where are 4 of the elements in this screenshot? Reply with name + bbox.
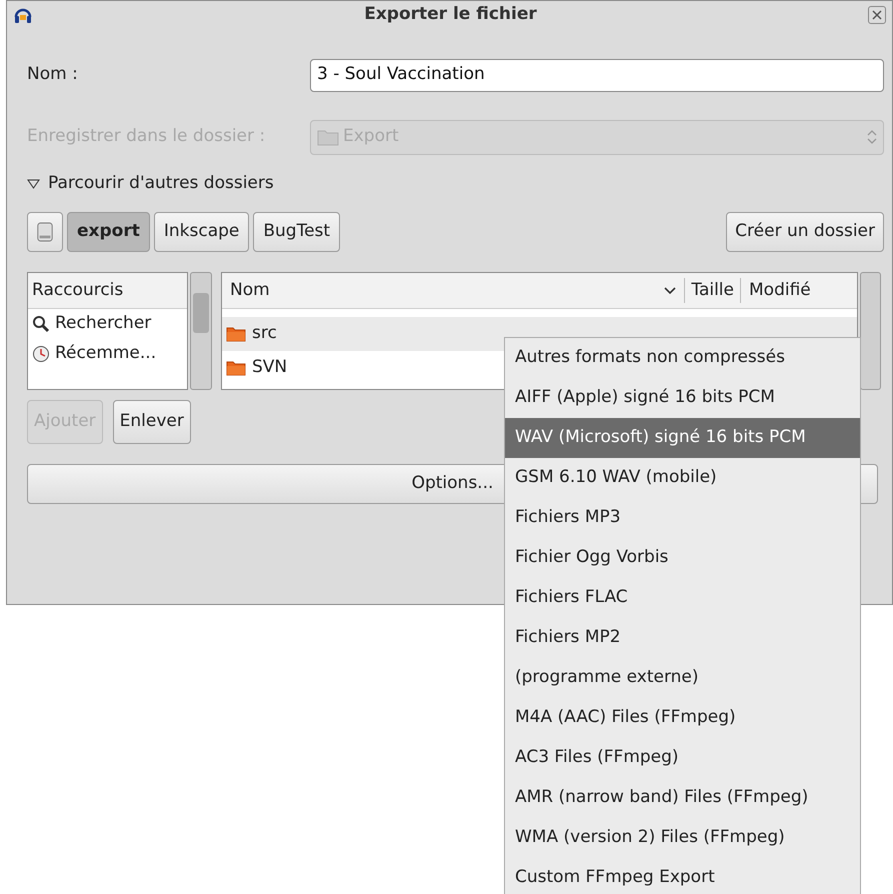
file-name: src: [252, 322, 277, 346]
file-name: SVN: [252, 356, 288, 380]
window-title: Exporter le fichier: [363, 3, 538, 26]
name-label: Nom :: [27, 63, 79, 86]
